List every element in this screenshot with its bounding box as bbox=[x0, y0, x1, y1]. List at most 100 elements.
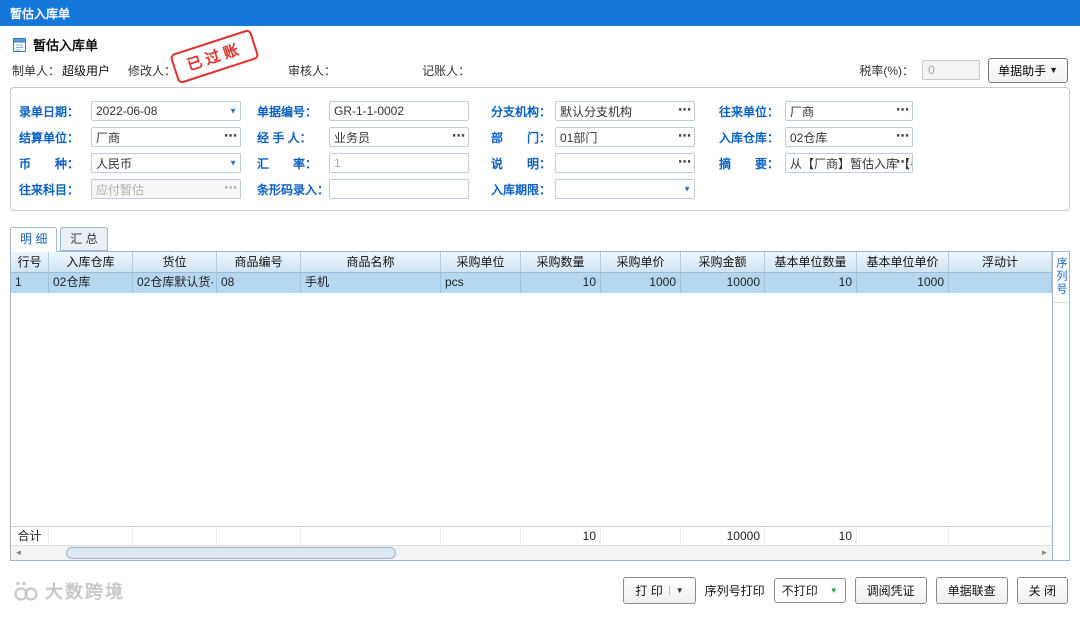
cell-float-price[interactable] bbox=[949, 273, 1052, 293]
lookup-icon[interactable]: ⋯ bbox=[224, 128, 237, 144]
chevron-down-icon[interactable]: ▼ bbox=[229, 107, 237, 116]
total-cell bbox=[49, 527, 133, 545]
field-account: 往来科目： 应付暂估 ⋯ bbox=[19, 179, 241, 199]
window-titlebar: 暂估入库单 bbox=[0, 0, 1080, 26]
field-deadline: 入库期限： ▼ bbox=[491, 179, 695, 199]
serial-print-label: 序列号打印 bbox=[704, 584, 765, 598]
field-branch: 分支机构： 默认分支机构 ⋯ bbox=[491, 101, 695, 121]
field-barcode: 条形码录入： bbox=[257, 179, 469, 199]
doc-number-label: 单据编号： bbox=[257, 104, 318, 119]
app-window: 暂估入库单 暂估入库单 制单人： 超级用户 修改人： 已过账 审核人： 记账人：… bbox=[0, 0, 1080, 620]
chevron-down-icon[interactable]: ▼ bbox=[683, 185, 691, 194]
header-item-code: 商品编号 bbox=[217, 252, 301, 272]
cell-item-code[interactable]: 08 bbox=[217, 273, 301, 293]
handler-label: 经 手 人： bbox=[257, 130, 312, 145]
chevron-down-icon[interactable]: ▼ bbox=[229, 159, 237, 168]
lookup-icon[interactable]: ⋯ bbox=[452, 128, 465, 144]
horizontal-scrollbar[interactable]: ◄ ► bbox=[11, 545, 1052, 560]
cell-base-price[interactable]: 1000 bbox=[857, 273, 949, 293]
currency-input[interactable]: 人民币 ▼ bbox=[91, 153, 241, 173]
cell-row-no[interactable]: 1 bbox=[11, 273, 49, 293]
grid-body: 1 02仓库 02仓库默认货· 08 手机 pcs 10 1000 10000 … bbox=[11, 273, 1052, 526]
total-purchase-qty: 10 bbox=[521, 527, 601, 545]
tab-detail[interactable]: 明 细 bbox=[10, 227, 58, 252]
exchange-rate-input[interactable]: 1 bbox=[329, 153, 469, 173]
cell-purchase-unit[interactable]: pcs bbox=[441, 273, 521, 293]
table-row[interactable]: 1 02仓库 02仓库默认货· 08 手机 pcs 10 1000 10000 … bbox=[11, 273, 1052, 293]
field-handler: 经 手 人： 业务员 ⋯ bbox=[257, 127, 469, 147]
bookkeeper-label: 记账人： bbox=[422, 63, 471, 78]
scroll-right-arrow-icon[interactable]: ► bbox=[1037, 546, 1052, 560]
header-location: 货位 bbox=[133, 252, 217, 272]
total-cell bbox=[601, 527, 681, 545]
cell-location[interactable]: 02仓库默认货· bbox=[133, 273, 217, 293]
cell-warehouse[interactable]: 02仓库 bbox=[49, 273, 133, 293]
document-icon bbox=[12, 37, 27, 53]
branch-input[interactable]: 默认分支机构 ⋯ bbox=[555, 101, 695, 121]
warehouse-input[interactable]: 02仓库 ⋯ bbox=[785, 127, 913, 147]
branch-label: 分支机构： bbox=[491, 104, 552, 119]
lookup-icon[interactable]: ⋯ bbox=[224, 180, 237, 196]
field-note: 说 明： ⋯ bbox=[491, 153, 695, 173]
print-dropdown-icon[interactable]: ▼ bbox=[668, 586, 684, 595]
header-item-name: 商品名称 bbox=[301, 252, 441, 272]
doc-link-button[interactable]: 单据联查 bbox=[935, 577, 1008, 604]
total-cell bbox=[441, 527, 521, 545]
cell-purchase-qty[interactable]: 10 bbox=[521, 273, 601, 293]
deadline-input[interactable]: ▼ bbox=[555, 179, 695, 199]
maker-value: 超级用户 bbox=[62, 63, 111, 78]
lookup-icon[interactable]: ⋯ bbox=[678, 154, 691, 170]
partner-input[interactable]: 厂商 ⋯ bbox=[785, 101, 913, 121]
lookup-icon[interactable]: ⋯ bbox=[896, 154, 909, 170]
header-float-price: 浮动计 bbox=[949, 252, 1052, 272]
header-warehouse: 入库仓库 bbox=[49, 252, 133, 272]
serial-print-select[interactable]: 不打印 ▼ bbox=[773, 578, 846, 603]
lookup-icon[interactable]: ⋯ bbox=[678, 102, 691, 118]
record-date-input[interactable]: 2022-06-08 ▼ bbox=[91, 101, 241, 121]
print-button[interactable]: 打 印 ▼ bbox=[623, 577, 696, 604]
summary-input[interactable]: 从【厂商】暂估入库【手 ⋯ bbox=[785, 153, 913, 173]
scrollbar-thumb[interactable] bbox=[66, 546, 396, 559]
close-button[interactable]: 关 闭 bbox=[1016, 577, 1068, 604]
watermark-logo: 大数跨境 bbox=[12, 578, 125, 604]
cell-base-qty[interactable]: 10 bbox=[765, 273, 857, 293]
account-input[interactable]: 应付暂估 ⋯ bbox=[91, 179, 241, 199]
lookup-icon[interactable]: ⋯ bbox=[896, 102, 909, 118]
total-cell bbox=[133, 527, 217, 545]
header-base-price: 基本单位单价 bbox=[857, 252, 949, 272]
cell-purchase-price[interactable]: 1000 bbox=[601, 273, 681, 293]
settle-unit-input[interactable]: 厂商 ⋯ bbox=[91, 127, 241, 147]
window-title: 暂估入库单 bbox=[10, 6, 71, 21]
department-input[interactable]: 01部门 ⋯ bbox=[555, 127, 695, 147]
scroll-left-arrow-icon[interactable]: ◄ bbox=[11, 546, 26, 560]
cell-purchase-amount[interactable]: 10000 bbox=[681, 273, 765, 293]
field-partner: 往来单位： 厂商 ⋯ bbox=[719, 101, 913, 121]
maker-label: 制单人： bbox=[12, 63, 61, 78]
serial-number-column: 序列号 bbox=[1052, 252, 1069, 560]
handler-input[interactable]: 业务员 ⋯ bbox=[329, 127, 469, 147]
lookup-icon[interactable]: ⋯ bbox=[896, 128, 909, 144]
total-label: 合计 bbox=[11, 527, 49, 545]
tab-summary[interactable]: 汇 总 bbox=[60, 227, 108, 251]
serial-number-header[interactable]: 序列号 bbox=[1053, 252, 1069, 303]
field-currency: 币 种： 人民币 ▼ bbox=[19, 153, 241, 173]
chevron-down-icon: ▼ bbox=[829, 586, 838, 595]
header-base-qty: 基本单位数量 bbox=[765, 252, 857, 272]
total-cell bbox=[949, 527, 1052, 545]
note-input[interactable]: ⋯ bbox=[555, 153, 695, 173]
barcode-input[interactable] bbox=[329, 179, 469, 199]
scrollbar-track[interactable] bbox=[26, 546, 1037, 560]
meta-row: 制单人： 超级用户 修改人： 已过账 审核人： 记账人： 税率(%)： 单据助手… bbox=[0, 28, 1080, 85]
total-base-qty: 10 bbox=[765, 527, 857, 545]
doc-number-input[interactable]: GR-1-1-0002 bbox=[329, 101, 469, 121]
logo-icon bbox=[12, 579, 40, 603]
auditor-label: 审核人： bbox=[288, 63, 337, 78]
lookup-icon[interactable]: ⋯ bbox=[678, 128, 691, 144]
view-voucher-button[interactable]: 调阅凭证 bbox=[854, 577, 927, 604]
doc-assistant-button[interactable]: 单据助手 ▼ bbox=[988, 57, 1068, 83]
record-date-label: 录单日期： bbox=[19, 104, 80, 119]
cell-item-name[interactable]: 手机 bbox=[301, 273, 441, 293]
tax-rate-input[interactable] bbox=[922, 60, 981, 80]
field-doc-number: 单据编号： GR-1-1-0002 bbox=[257, 101, 469, 121]
page-title: 暂估入库单 bbox=[33, 38, 99, 53]
